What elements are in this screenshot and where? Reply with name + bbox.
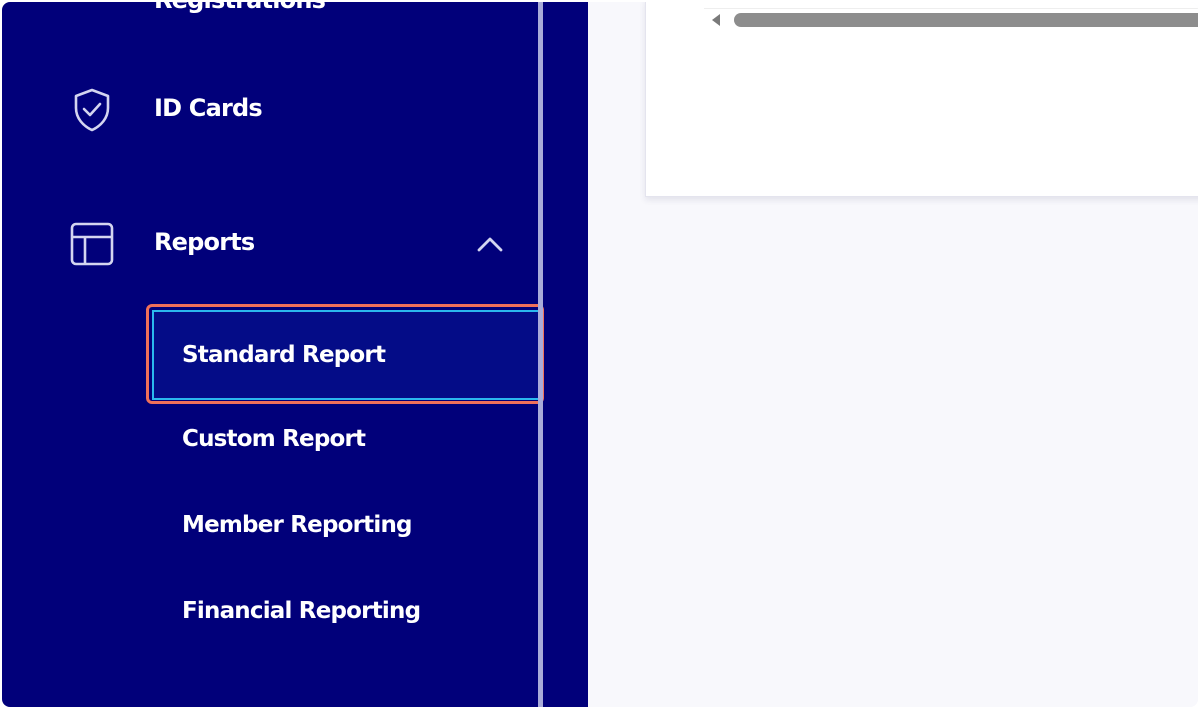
scrollbar-thumb[interactable] [734, 13, 1198, 27]
sidebar-subitem-label: Standard Report [182, 342, 386, 368]
layout-icon [68, 220, 116, 272]
sidebar-subitem-custom-report[interactable]: Custom Report [2, 412, 538, 472]
content-card [645, 2, 1198, 197]
main-content [588, 2, 1198, 707]
sidebar-subitem-label: Financial Reporting [182, 598, 421, 624]
sidebar-item-id-cards[interactable]: ID Cards [2, 82, 538, 138]
scroll-left-arrow-icon[interactable] [712, 14, 720, 26]
sidebar-subitem-member-reporting[interactable]: Member Reporting [2, 498, 538, 558]
sidebar-item-label: ID Cards [154, 94, 263, 122]
sidebar-item-label: Registrations [154, 2, 326, 14]
shield-check-icon [68, 86, 116, 138]
sidebar-subitem-standard-report[interactable]: Standard Report [152, 310, 540, 400]
pin-icon [78, 2, 108, 20]
scrollbar-track-divider [704, 8, 1198, 9]
sidebar-item-registrations[interactable]: Registrations [2, 2, 538, 16]
sidebar: Registrations ID Cards Reports [2, 2, 588, 707]
sidebar-item-reports[interactable]: Reports [2, 216, 538, 272]
sidebar-subitem-label: Custom Report [182, 426, 366, 452]
chevron-up-icon[interactable] [474, 230, 506, 262]
sidebar-subitem-financial-reporting[interactable]: Financial Reporting [2, 584, 538, 644]
sidebar-subitem-label: Member Reporting [182, 512, 413, 538]
horizontal-scrollbar[interactable] [704, 8, 1198, 29]
sidebar-resize-handle[interactable] [538, 2, 543, 707]
sidebar-item-label: Reports [154, 228, 255, 256]
app-frame: Registrations ID Cards Reports [2, 2, 1198, 707]
